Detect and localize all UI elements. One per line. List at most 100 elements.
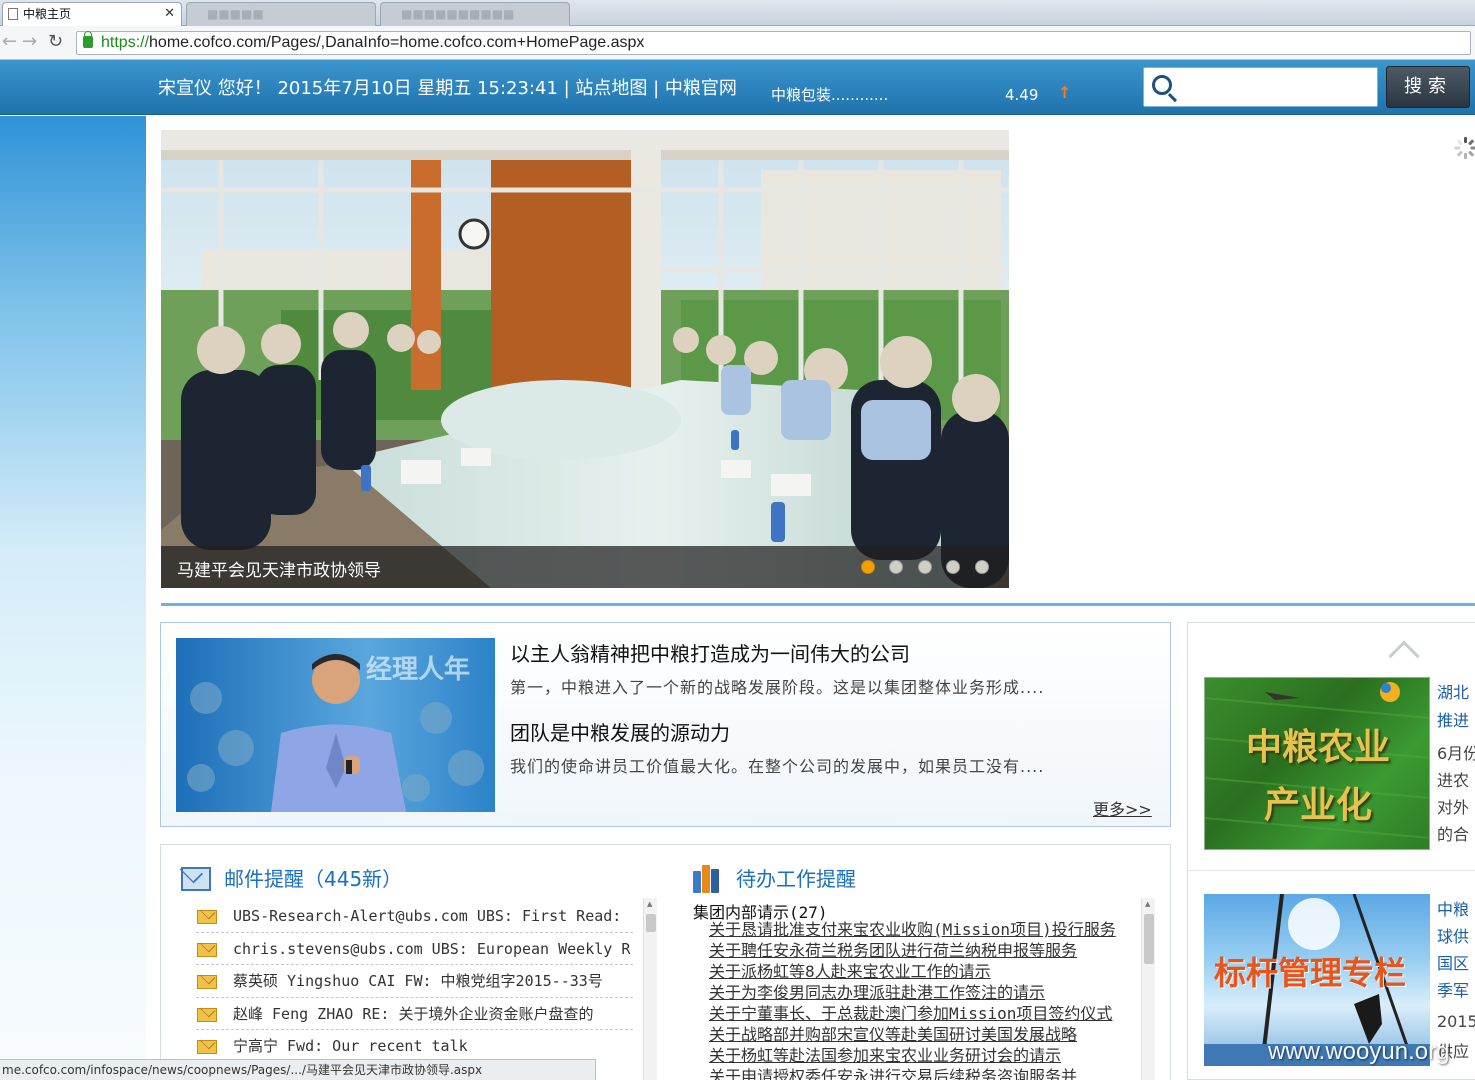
bench-side-4[interactable]: 季军 bbox=[1437, 977, 1469, 1001]
scroll-up-arrow-icon[interactable]: ▲ bbox=[647, 900, 652, 908]
mail-item-text: 赵峰 Feng ZHAO RE: 关于境外企业资金账户盘查的 bbox=[233, 1004, 594, 1023]
news-slider[interactable]: 马建平会见天津市政协领导 bbox=[161, 130, 1009, 588]
feature-desc-1: 第一，中粮进入了一个新的战略发展阶段。这是以集团整体业务形成.... bbox=[510, 678, 1045, 697]
mail-list: UBS-Research-Alert@ubs.com UBS: First Re… bbox=[196, 900, 633, 1063]
scroll-up-arrow-icon[interactable]: ▲ bbox=[1145, 900, 1150, 908]
envelope-icon bbox=[197, 1007, 217, 1022]
todo-item[interactable]: 关于恳请批准支付来宝农业收购(Mission项目)投行服务 bbox=[709, 919, 1125, 940]
todo-list: 关于恳请批准支付来宝农业收购(Mission项目)投行服务 关于聘任安永荷兰税务… bbox=[709, 919, 1125, 1080]
slider-dot-1[interactable] bbox=[861, 560, 875, 574]
todo-item[interactable]: 关于申请授权委任安永进行交易后续税务咨询服务并 bbox=[709, 1066, 1125, 1080]
section-divider bbox=[161, 603, 1475, 606]
stock-ticker-value: 4.49 bbox=[1005, 86, 1039, 104]
up-arrow-icon: ↑ bbox=[1058, 83, 1072, 102]
envelope-icon bbox=[197, 942, 217, 957]
loading-spinner-icon bbox=[1454, 137, 1475, 159]
slider-caption-bar: 马建平会见天津市政协领导 bbox=[161, 546, 1009, 588]
speaker-photo[interactable]: 经理人年 bbox=[176, 638, 495, 812]
browser-tab-3[interactable]: ■■■■■■■■■■ bbox=[380, 2, 570, 26]
agri-side-4: 进农 bbox=[1437, 771, 1470, 790]
mail-item[interactable]: 赵峰 Feng ZHAO RE: 关于境外企业资金账户盘查的 bbox=[196, 998, 633, 1031]
mail-scroll-thumb[interactable] bbox=[646, 914, 656, 932]
mail-icon bbox=[181, 867, 211, 891]
reload-icon[interactable]: ↻ bbox=[48, 32, 63, 52]
watermark: www.wooyun.org bbox=[1268, 1038, 1450, 1065]
slider-dot-3[interactable] bbox=[918, 560, 932, 574]
mail-item[interactable]: chris.stevens@ubs.com UBS: European Week… bbox=[196, 933, 633, 966]
url-field[interactable]: https://home.cofco.com/Pages/,DanaInfo=h… bbox=[76, 31, 1471, 55]
slider-caption[interactable]: 马建平会见天津市政协领导 bbox=[177, 556, 381, 581]
bench-side-3[interactable]: 国区 bbox=[1437, 950, 1469, 974]
browser-tab-active[interactable]: 中粮主页 ✕ bbox=[2, 2, 182, 26]
tab-title-3: ■■■■■■■■■■ bbox=[401, 7, 515, 21]
todo-scrollbar[interactable]: ▲ bbox=[1141, 898, 1155, 1080]
meeting-photo bbox=[161, 130, 1009, 588]
lock-icon bbox=[83, 31, 93, 48]
site-header: 宋宣仪 您好！ 2015年7月10日 星期五 15:23:41 | 站点地图 |… bbox=[0, 60, 1475, 115]
search-input[interactable] bbox=[1143, 67, 1378, 107]
right-divider bbox=[1188, 870, 1475, 871]
feature-title-1[interactable]: 以主人翁精神把中粮打造成为一间伟大的公司 bbox=[510, 638, 910, 667]
page-icon bbox=[8, 8, 18, 20]
url-path: home.cofco.com/Pages/,DanaInfo=home.cofc… bbox=[149, 34, 645, 51]
forward-icon[interactable]: → bbox=[22, 32, 37, 52]
books-icon bbox=[693, 865, 723, 893]
feature-title-2[interactable]: 团队是中粮发展的源动力 bbox=[510, 717, 730, 746]
todo-section-title[interactable]: 待办工作提醒 bbox=[736, 863, 856, 892]
envelope-icon bbox=[197, 910, 217, 924]
greeting-bar[interactable]: 宋宣仪 您好！ 2015年7月10日 星期五 15:23:41 | 站点地图 |… bbox=[158, 74, 737, 100]
todo-item[interactable]: 关于派杨虹等8人赴来宝农业工作的请示 bbox=[709, 961, 1125, 982]
reminders-panel: 邮件提醒（445新） UBS-Research-Alert@ubs.com UB… bbox=[160, 844, 1171, 1080]
right-column: 中粮农业 产业化 湖北 推进 6月份 进农 对外 的合 标杆管理专栏 中粮 球供… bbox=[1187, 622, 1475, 1080]
mail-item-text: 宁高宁 Fwd: Our recent talk bbox=[233, 1037, 468, 1056]
feature-desc-2: 我们的使命讲员工价值最大化。在整个公司的发展中，如果员工没有.... bbox=[510, 757, 1045, 776]
mail-item[interactable]: UBS-Research-Alert@ubs.com UBS: First Re… bbox=[196, 900, 633, 933]
back-icon[interactable]: ← bbox=[2, 32, 17, 52]
envelope-icon bbox=[197, 1040, 217, 1055]
mail-section-title[interactable]: 邮件提醒（445新） bbox=[224, 863, 402, 892]
url-scheme: https:// bbox=[101, 34, 150, 51]
slider-dot-4[interactable] bbox=[946, 560, 960, 574]
todo-item[interactable]: 关于宁董事长、于总裁赴澳门参加Mission项目签约仪式 bbox=[709, 1003, 1125, 1024]
envelope-icon bbox=[197, 975, 217, 990]
todo-scroll-thumb[interactable] bbox=[1144, 914, 1154, 964]
agriculture-title-line1: 中粮农业 bbox=[1245, 726, 1390, 768]
mail-item[interactable]: 蔡英硕 Yingshuo CAI FW: 中粮党组字2015--33号 bbox=[196, 965, 633, 998]
mail-item-text: UBS-Research-Alert@ubs.com UBS: First Re… bbox=[233, 907, 622, 925]
browser-tab-bar: 中粮主页 ✕ ■■■■■ ■■■■■■■■■■ bbox=[0, 0, 1475, 26]
bench-side-2[interactable]: 球供 bbox=[1437, 923, 1469, 947]
close-icon[interactable]: ✕ bbox=[164, 3, 175, 25]
mail-item-text: chris.stevens@ubs.com UBS: European Week… bbox=[233, 939, 631, 958]
agri-side-1[interactable]: 湖北 bbox=[1437, 679, 1469, 703]
tab-title: 中粮主页 bbox=[23, 7, 72, 21]
leadership-feature: 经理人年 以主人翁精神把中粮打造成为一间伟大的公司 第一，中粮进入了一个新的战略… bbox=[160, 622, 1171, 827]
benchmark-title: 标杆管理专栏 bbox=[1214, 954, 1407, 992]
search-icon bbox=[1152, 75, 1172, 95]
agri-side-2[interactable]: 推进 bbox=[1437, 707, 1469, 731]
agriculture-title-line2: 产业化 bbox=[1263, 784, 1372, 826]
slider-dot-5[interactable] bbox=[975, 560, 989, 574]
tab-title-2: ■■■■■ bbox=[207, 7, 264, 21]
browser-tab-2[interactable]: ■■■■■ bbox=[186, 2, 376, 26]
left-decoration bbox=[0, 116, 146, 1080]
banner-text: 经理人年 bbox=[366, 654, 470, 685]
chevron-up-icon[interactable] bbox=[1388, 640, 1420, 672]
agri-side-6: 的合 bbox=[1437, 825, 1470, 844]
bench-side-1[interactable]: 中粮 bbox=[1437, 896, 1469, 920]
mail-item-text: 蔡英硕 Yingshuo CAI FW: 中粮党组字2015--33号 bbox=[233, 972, 603, 991]
agri-side-5: 对外 bbox=[1437, 798, 1470, 817]
agri-side-3: 6月份 bbox=[1437, 744, 1475, 763]
browser-status-bar: me.cofco.com/infospace/news/coopnews/Pag… bbox=[0, 1059, 596, 1080]
stock-ticker-name: 中粮包装............ bbox=[771, 86, 889, 104]
mail-scrollbar[interactable]: ▲ bbox=[643, 898, 657, 1080]
agriculture-banner[interactable]: 中粮农业 产业化 bbox=[1204, 677, 1430, 850]
more-link[interactable]: 更多>> bbox=[1093, 796, 1152, 820]
todo-item[interactable]: 关于战略部并购部宋宣仪等赴美国研讨美国发展战略 bbox=[709, 1024, 1125, 1045]
slider-dot-2[interactable] bbox=[889, 560, 903, 574]
address-bar-row: ← → ↻ https://home.cofco.com/Pages/,Dana… bbox=[0, 26, 1475, 60]
todo-item[interactable]: 关于杨虹等赴法国参加来宝农业业务研讨会的请示 bbox=[709, 1045, 1125, 1066]
todo-item[interactable]: 关于聘任安永荷兰税务团队进行荷兰纳税申报等服务 bbox=[709, 940, 1125, 961]
todo-item[interactable]: 关于为李俊男同志办理派驻赴港工作签注的请示 bbox=[709, 982, 1125, 1003]
search-button[interactable]: 搜索 bbox=[1386, 66, 1470, 108]
bench-side-5: 2015 bbox=[1437, 1012, 1475, 1031]
